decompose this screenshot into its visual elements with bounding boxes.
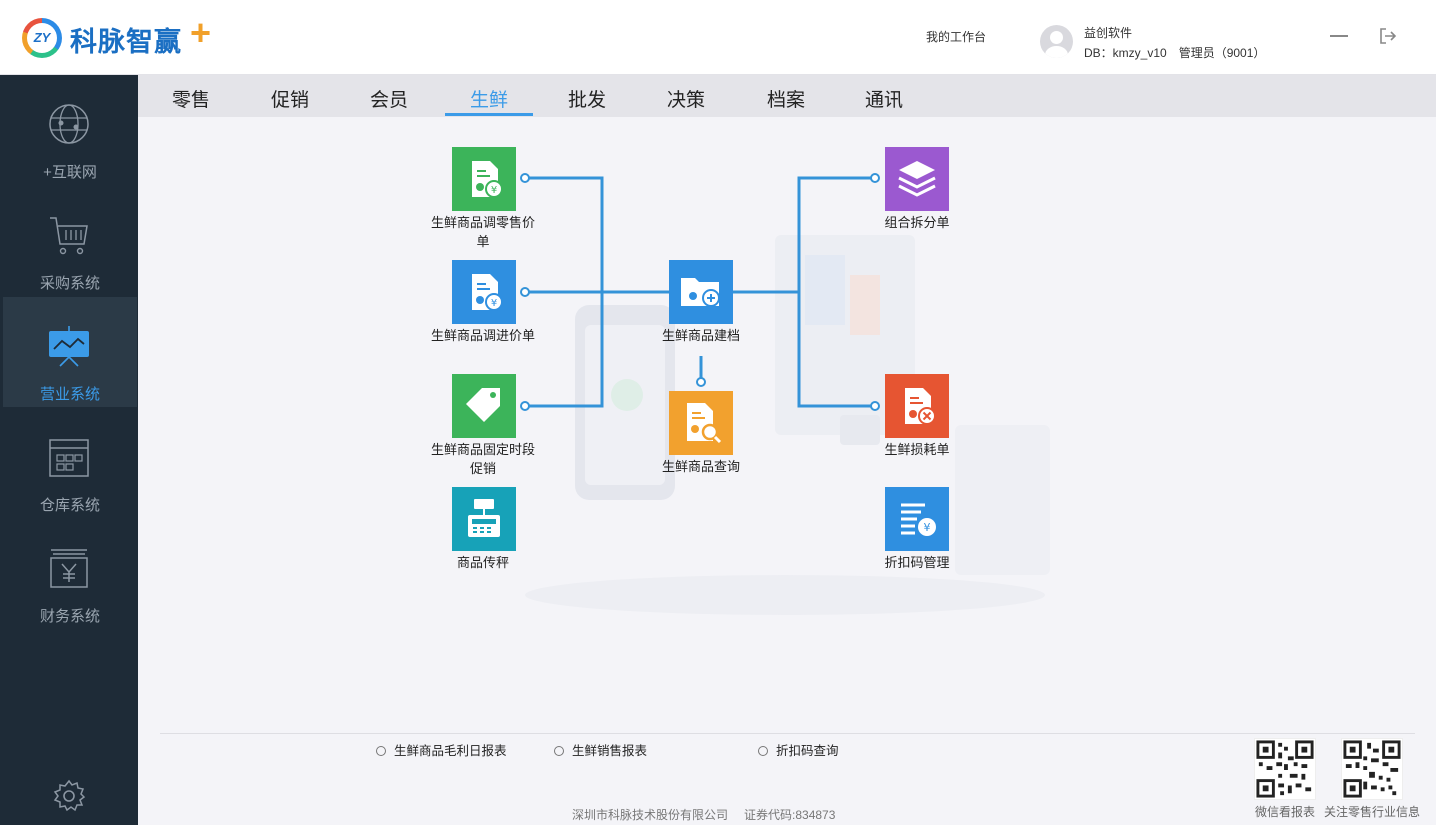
user-role: 管理员（9001） xyxy=(1178,46,1266,60)
tab-fresh[interactable]: 生鲜 xyxy=(470,85,508,112)
tile-label: 商品传秤 xyxy=(456,555,509,570)
scale-icon xyxy=(468,499,500,537)
tile-label: 折扣码管理 xyxy=(884,555,950,570)
svg-text:¥: ¥ xyxy=(924,521,931,534)
qr-code-reports xyxy=(1254,738,1316,800)
qr-label: 关注零售行业信息 xyxy=(1324,805,1421,819)
globe-icon xyxy=(49,104,89,144)
module-tabs: 零售 促销 会员 生鲜 批发 决策 档案 通讯 xyxy=(138,75,1436,117)
tag-icon xyxy=(466,388,500,422)
minimize-icon[interactable] xyxy=(1330,35,1348,37)
tile-fresh-loss[interactable] xyxy=(885,374,949,438)
presentation-icon xyxy=(49,326,89,367)
tab-member[interactable]: 会员 xyxy=(370,85,408,112)
report-label: 生鲜销售报表 xyxy=(572,744,648,758)
layers-icon xyxy=(898,161,936,197)
avatar[interactable] xyxy=(1040,25,1073,58)
user-db-info: DB：kmzy_v10 管理员（9001） xyxy=(1084,44,1277,61)
background-illustration xyxy=(525,235,1050,615)
tile-label: 组合拆分单 xyxy=(884,215,950,230)
sidebar-item-label: +互联网 xyxy=(43,164,97,181)
tile-label: 生鲜商品调零售价单 xyxy=(430,215,535,249)
sidebar-item-finance[interactable]: 财务系统 xyxy=(3,519,137,629)
logo-mark-text: ZY xyxy=(27,23,57,53)
workbench-link[interactable]: 我的工作台 xyxy=(926,28,986,45)
brand-plus-icon: + xyxy=(190,12,212,53)
search-icon xyxy=(758,746,768,756)
brand-name: 科脉智赢 xyxy=(70,27,182,57)
tab-promotion[interactable]: 促销 xyxy=(271,85,309,112)
tile-fresh-query[interactable] xyxy=(669,391,733,455)
sidebar-item-warehouse[interactable]: 仓库系统 xyxy=(3,408,137,518)
tile-fresh-fixed-promo[interactable] xyxy=(452,374,516,438)
tile-fresh-purchase-price[interactable]: ¥ xyxy=(452,260,516,324)
svg-text:¥: ¥ xyxy=(491,185,497,196)
logout-icon[interactable] xyxy=(1378,26,1398,46)
sidebar-item-internet[interactable]: +互联网 xyxy=(3,75,137,185)
user-name: 益创软件 xyxy=(1084,26,1133,40)
cart-icon xyxy=(50,217,88,255)
price-doc-icon: ¥ xyxy=(472,161,503,198)
qr-label: 微信看报表 xyxy=(1255,805,1316,819)
tile-combo-split[interactable] xyxy=(885,147,949,211)
tile-scale-transfer[interactable] xyxy=(452,487,516,551)
sidebar-item-label: 财务系统 xyxy=(39,608,100,625)
purchase-doc-icon: ¥ xyxy=(472,274,503,311)
active-tab-indicator xyxy=(445,113,533,116)
tile-label: 生鲜商品调进价单 xyxy=(430,328,535,343)
tab-decision[interactable]: 决策 xyxy=(667,85,705,112)
gear-icon[interactable] xyxy=(52,779,86,813)
sidebar-item-label: 采购系统 xyxy=(39,275,100,292)
finance-icon xyxy=(50,549,88,588)
sidebar-item-purchase[interactable]: 采购系统 xyxy=(3,186,137,296)
report-label: 折扣码查询 xyxy=(776,744,839,758)
top-header: ZY 科脉智赢 + 我的工作台 益创软件 DB：kmzy_v10 管理员（9001… xyxy=(0,0,1436,75)
warehouse-icon xyxy=(49,439,89,477)
tab-wholesale[interactable]: 批发 xyxy=(568,85,606,112)
report-link-discount-query[interactable]: 折扣码查询 xyxy=(758,740,839,759)
sidebar-item-business[interactable]: 营业系统 xyxy=(3,297,137,407)
search-doc-icon xyxy=(687,403,722,444)
svg-text:¥: ¥ xyxy=(491,298,497,309)
company-name: 深圳市科脉技术股份有限公司 xyxy=(572,808,729,822)
loss-doc-icon xyxy=(905,388,936,425)
search-icon xyxy=(376,746,386,756)
tile-label: 生鲜商品建档 xyxy=(661,328,740,343)
sidebar-item-label: 营业系统 xyxy=(39,386,100,403)
tile-label: 生鲜损耗单 xyxy=(884,442,950,457)
sidebar: +互联网 采购系统 营业系统 仓库系统 财务系统 xyxy=(0,75,138,825)
qr-code-industry-info xyxy=(1341,738,1403,800)
tab-communication[interactable]: 通讯 xyxy=(865,85,903,112)
db-name: DB：kmzy_v10 xyxy=(1084,46,1167,60)
sidebar-item-label: 仓库系统 xyxy=(39,497,100,514)
divider xyxy=(160,733,1415,734)
tab-retail[interactable]: 零售 xyxy=(172,85,210,112)
brand-logo: ZY 科脉智赢 + xyxy=(22,12,222,58)
stock-code: 证券代码:834873 xyxy=(744,808,836,822)
logo-mark: ZY xyxy=(22,18,62,58)
search-icon xyxy=(554,746,564,756)
discount-code-icon: ¥ xyxy=(901,503,936,536)
report-link-sales[interactable]: 生鲜销售报表 xyxy=(554,740,647,759)
tile-label: 生鲜商品查询 xyxy=(661,459,740,474)
tab-archive[interactable]: 档案 xyxy=(767,85,805,112)
footer: 深圳市科脉技术股份有限公司 证券代码:834873 xyxy=(572,806,851,823)
report-label: 生鲜商品毛利日报表 xyxy=(394,744,507,758)
folder-add-icon xyxy=(681,278,720,307)
tile-discount-code[interactable]: ¥ xyxy=(885,487,949,551)
tile-fresh-archive[interactable] xyxy=(669,260,733,324)
tile-label: 生鲜商品固定时段促销 xyxy=(430,442,535,476)
report-link-gross-profit[interactable]: 生鲜商品毛利日报表 xyxy=(376,740,507,759)
tile-fresh-retail-price[interactable]: ¥ xyxy=(452,147,516,211)
app-window: ZY 科脉智赢 + 我的工作台 益创软件 DB：kmzy_v10 管理员（9001… xyxy=(0,0,1436,825)
